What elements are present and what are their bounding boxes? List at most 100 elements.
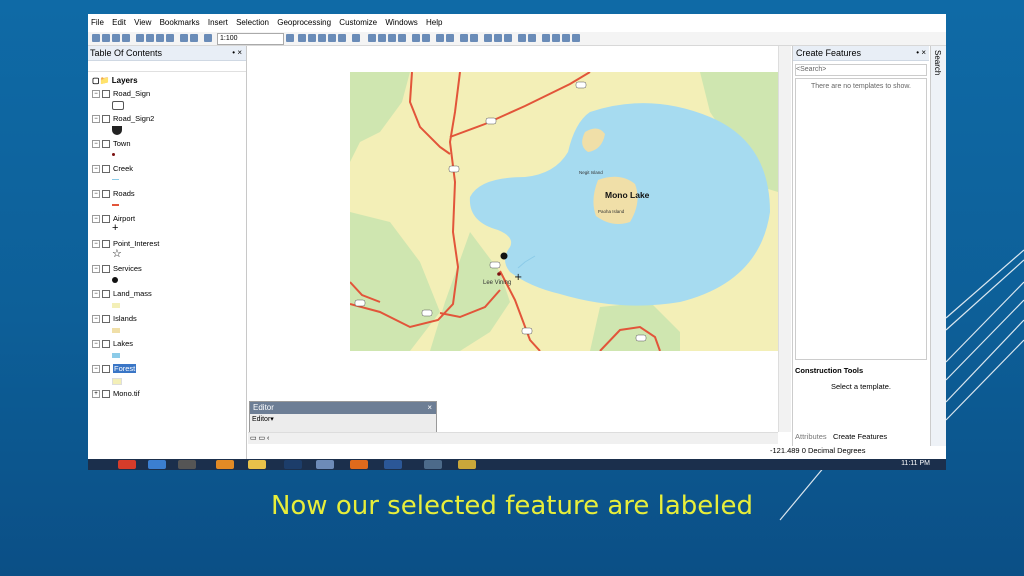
visibility-checkbox[interactable] xyxy=(102,115,110,124)
collapse-icon[interactable]: − xyxy=(92,290,100,299)
zoom-in-icon[interactable] xyxy=(368,34,376,42)
layer-creek[interactable]: − Creek xyxy=(92,163,242,174)
zoom-out-icon[interactable] xyxy=(378,34,386,42)
collapse-icon[interactable]: − xyxy=(92,140,100,149)
arcmap-icon[interactable] xyxy=(424,460,442,469)
delete-icon[interactable] xyxy=(166,34,174,42)
open-icon[interactable] xyxy=(102,34,110,42)
collapse-icon[interactable]: − xyxy=(92,365,100,374)
visibility-checkbox[interactable] xyxy=(102,315,110,324)
close-icon[interactable]: × xyxy=(427,402,432,414)
collapse-icon[interactable]: − xyxy=(92,315,100,324)
collapse-icon[interactable]: − xyxy=(92,215,100,224)
layers-root[interactable]: ▢📁 Layers xyxy=(92,76,138,85)
visibility-checkbox[interactable] xyxy=(102,365,110,374)
illustrator-icon[interactable] xyxy=(216,460,234,469)
app-icon[interactable] xyxy=(458,460,476,469)
arctoolbox-icon[interactable] xyxy=(328,34,336,42)
visibility-checkbox[interactable] xyxy=(102,265,110,274)
undo-icon[interactable] xyxy=(180,34,188,42)
identify-icon[interactable] xyxy=(494,34,502,42)
pin-close-icon[interactable]: • × xyxy=(232,46,242,60)
fixed-zoom-out-icon[interactable] xyxy=(422,34,430,42)
collapse-icon[interactable]: − xyxy=(92,165,100,174)
select-elements-icon[interactable] xyxy=(484,34,492,42)
python-window-icon[interactable] xyxy=(338,34,346,42)
word-icon[interactable] xyxy=(384,460,402,469)
expand-icon[interactable]: + xyxy=(92,390,100,399)
visibility-checkbox[interactable] xyxy=(102,215,110,224)
folder-icon[interactable] xyxy=(248,460,266,469)
measure-icon[interactable] xyxy=(528,34,536,42)
collapse-icon[interactable]: − xyxy=(92,190,100,199)
menu-bookmarks[interactable]: Bookmarks xyxy=(157,16,203,29)
visibility-checkbox[interactable] xyxy=(102,140,110,149)
firefox-icon[interactable] xyxy=(350,460,368,469)
search-window-icon[interactable] xyxy=(318,34,326,42)
visibility-checkbox[interactable] xyxy=(102,340,110,349)
toc-window-icon[interactable] xyxy=(298,34,306,42)
fixed-zoom-in-icon[interactable] xyxy=(412,34,420,42)
visibility-checkbox[interactable] xyxy=(102,390,110,399)
premiere-icon[interactable] xyxy=(284,460,302,469)
menu-edit[interactable]: Edit xyxy=(109,16,129,29)
app-icon[interactable] xyxy=(178,460,196,469)
menu-windows[interactable]: Windows xyxy=(382,16,420,29)
menu-view[interactable]: View xyxy=(131,16,154,29)
menu-insert[interactable]: Insert xyxy=(205,16,231,29)
template-search-input[interactable]: <Search> xyxy=(795,64,927,76)
pin-close-icon[interactable]: • × xyxy=(916,46,926,60)
layer-services[interactable]: − Services xyxy=(92,263,242,274)
new-icon[interactable] xyxy=(92,34,100,42)
full-extent-icon[interactable] xyxy=(398,34,406,42)
forward-extent-icon[interactable] xyxy=(446,34,454,42)
add-data-icon[interactable] xyxy=(204,34,212,42)
layer-roads[interactable]: − Roads xyxy=(92,188,242,199)
editor-toolbar-icon[interactable] xyxy=(286,34,294,42)
tab-attributes[interactable]: Attributes xyxy=(795,432,827,441)
map-horizontal-scrollbar[interactable]: ▭ ▭ ‹ xyxy=(248,432,778,444)
visibility-checkbox[interactable] xyxy=(102,165,110,174)
visibility-checkbox[interactable] xyxy=(102,290,110,299)
layer-islands[interactable]: − Islands xyxy=(92,313,242,324)
modelbuilder-icon[interactable] xyxy=(352,34,360,42)
search-side-tab[interactable]: Search xyxy=(930,46,946,446)
layer-road-sign2[interactable]: − Road_Sign2 xyxy=(92,113,242,124)
layer-town[interactable]: − Town xyxy=(92,138,242,149)
find-icon[interactable] xyxy=(518,34,526,42)
tab-create-features[interactable]: Create Features xyxy=(833,432,887,441)
route-icon[interactable] xyxy=(572,34,580,42)
editor-menu-button[interactable]: Editor xyxy=(252,416,270,423)
layer-forest[interactable]: − Forest xyxy=(92,363,242,374)
copy-icon[interactable] xyxy=(146,34,154,42)
select-features-icon[interactable] xyxy=(460,34,468,42)
pan-icon[interactable] xyxy=(388,34,396,42)
collapse-icon[interactable]: − xyxy=(92,115,100,124)
back-extent-icon[interactable] xyxy=(436,34,444,42)
ie-icon[interactable] xyxy=(148,460,166,469)
clear-selection-icon[interactable] xyxy=(470,34,478,42)
collapse-icon[interactable]: − xyxy=(92,90,100,99)
menu-selection[interactable]: Selection xyxy=(233,16,272,29)
collapse-icon[interactable]: − xyxy=(92,265,100,274)
menu-help[interactable]: Help xyxy=(423,16,445,29)
map-canvas[interactable]: + Mono Lake Negit Island Paoha Island Le… xyxy=(350,72,778,351)
save-icon[interactable] xyxy=(112,34,120,42)
layer-road-sign[interactable]: − Road_Sign xyxy=(92,88,242,99)
app-icon[interactable] xyxy=(316,460,334,469)
catalog-window-icon[interactable] xyxy=(308,34,316,42)
map-view[interactable]: + Mono Lake Negit Island Paoha Island Le… xyxy=(248,46,778,431)
paste-icon[interactable] xyxy=(156,34,164,42)
menu-customize[interactable]: Customize xyxy=(336,16,380,29)
cut-icon[interactable] xyxy=(136,34,144,42)
layer-mono-tif[interactable]: + Mono.tif xyxy=(92,388,242,399)
collapse-icon[interactable]: − xyxy=(92,240,100,249)
visibility-checkbox[interactable] xyxy=(102,240,110,249)
visibility-checkbox[interactable] xyxy=(102,90,110,99)
time-slider-icon[interactable] xyxy=(542,34,550,42)
layer-land-mass[interactable]: − Land_mass xyxy=(92,288,242,299)
layer-lakes[interactable]: − Lakes xyxy=(92,338,242,349)
template-list[interactable]: There are no templates to show. xyxy=(795,78,927,360)
app-icon[interactable] xyxy=(118,460,136,469)
hyperlink-icon[interactable] xyxy=(504,34,512,42)
